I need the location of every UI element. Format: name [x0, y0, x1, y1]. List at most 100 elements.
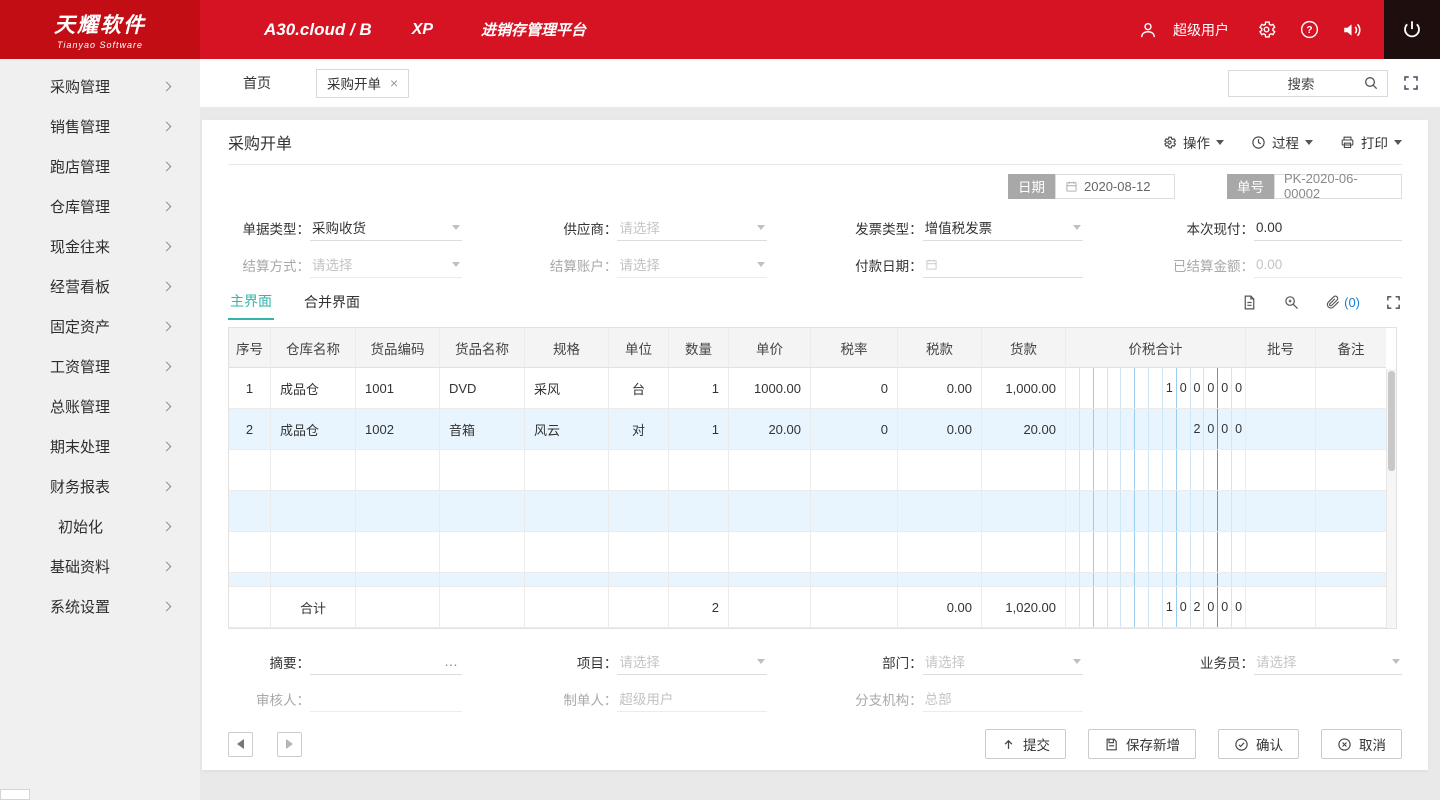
table-cell[interactable] — [356, 450, 440, 491]
table-cell[interactable] — [609, 532, 669, 573]
table-cell[interactable] — [525, 450, 609, 491]
table-cell[interactable]: 对 — [609, 409, 669, 450]
table-cell[interactable] — [729, 450, 811, 491]
table-cell[interactable] — [982, 491, 1066, 532]
table-cell[interactable] — [1246, 491, 1316, 532]
attachment-button[interactable]: (0) — [1325, 294, 1360, 310]
sidebar-item[interactable]: 采购管理 — [0, 66, 200, 106]
table-cell[interactable] — [898, 532, 982, 573]
table-cell[interactable] — [669, 491, 729, 532]
prev-record-button[interactable] — [228, 731, 253, 757]
settle-account-select[interactable]: 请选择 — [617, 251, 768, 278]
table-cell[interactable] — [356, 573, 440, 587]
power-logout-button[interactable] — [1384, 0, 1440, 59]
summary-input[interactable]: … — [310, 648, 462, 675]
tab-purchase-order[interactable]: 采购开单 × — [316, 68, 410, 98]
table-cell[interactable] — [271, 491, 356, 532]
save-new-button[interactable]: 保存新增 — [1088, 729, 1196, 759]
sidebar-item[interactable]: 跑店管理 — [0, 146, 200, 186]
table-cell[interactable] — [898, 450, 982, 491]
sidebar-item[interactable]: 系统设置 — [0, 586, 200, 626]
table-cell[interactable] — [729, 532, 811, 573]
search-icon[interactable] — [1363, 75, 1379, 91]
amount-grid-cell[interactable] — [1066, 450, 1246, 491]
table-cell[interactable]: 1 — [669, 368, 729, 409]
table-cell[interactable] — [271, 450, 356, 491]
amount-grid-cell[interactable] — [1066, 491, 1246, 532]
salesman-select[interactable]: 请选择 — [1253, 648, 1402, 675]
table-cell[interactable] — [525, 491, 609, 532]
table-cell[interactable]: 1002 — [356, 409, 440, 450]
table-cell[interactable]: 成品仓 — [271, 409, 356, 450]
table-cell[interactable] — [898, 491, 982, 532]
summary-more-button[interactable]: … — [442, 653, 460, 669]
table-cell[interactable] — [669, 573, 729, 587]
brand-logo[interactable]: 天耀软件 Tianyao Software — [0, 0, 200, 59]
search-input[interactable]: 搜索 — [1228, 69, 1388, 97]
sidebar-item[interactable]: 总账管理 — [0, 386, 200, 426]
table-cell[interactable]: 0 — [811, 409, 898, 450]
table-cell[interactable] — [609, 573, 669, 587]
grid-fullscreen-icon[interactable] — [1385, 294, 1402, 311]
table-cell[interactable] — [982, 573, 1066, 587]
table-cell[interactable]: 1000.00 — [729, 368, 811, 409]
sidebar-item[interactable]: 经营看板 — [0, 266, 200, 306]
table-cell[interactable] — [898, 573, 982, 587]
table-cell[interactable] — [811, 532, 898, 573]
table-cell[interactable] — [1316, 368, 1386, 409]
table-cell[interactable] — [1316, 532, 1386, 573]
table-cell[interactable]: 2 — [229, 409, 271, 450]
user-icon[interactable] — [1137, 19, 1159, 41]
cancel-button[interactable]: 取消 — [1321, 729, 1402, 759]
table-cell[interactable] — [440, 532, 525, 573]
table-cell[interactable]: 20.00 — [982, 409, 1066, 450]
table-cell[interactable]: 1 — [669, 409, 729, 450]
table-cell[interactable] — [729, 491, 811, 532]
submit-button[interactable]: 提交 — [985, 729, 1066, 759]
table-cell[interactable] — [1316, 450, 1386, 491]
table-cell[interactable]: 音箱 — [440, 409, 525, 450]
table-cell[interactable] — [669, 532, 729, 573]
sidebar-item[interactable]: 期末处理 — [0, 426, 200, 466]
operate-dropdown[interactable]: 操作 — [1162, 132, 1224, 152]
date-input[interactable]: 2020-08-12 — [1055, 173, 1175, 199]
department-select[interactable]: 请选择 — [922, 648, 1083, 675]
sidebar-item[interactable]: 销售管理 — [0, 106, 200, 146]
doc-import-icon[interactable] — [1241, 294, 1258, 311]
table-cell[interactable] — [811, 450, 898, 491]
maker-input[interactable]: 超级用户 — [617, 685, 768, 712]
table-cell[interactable] — [982, 532, 1066, 573]
settle-method-select[interactable]: 请选择 — [310, 251, 462, 278]
table-cell[interactable] — [271, 532, 356, 573]
print-dropdown[interactable]: 打印 — [1340, 132, 1402, 152]
help-icon[interactable]: ? — [1298, 19, 1320, 41]
table-cell[interactable]: 台 — [609, 368, 669, 409]
table-cell[interactable] — [271, 573, 356, 587]
table-cell[interactable]: 0.00 — [898, 368, 982, 409]
table-cell[interactable]: 1001 — [356, 368, 440, 409]
table-cell[interactable] — [440, 491, 525, 532]
table-cell[interactable] — [811, 573, 898, 587]
table-cell[interactable] — [1246, 573, 1316, 587]
table-cell[interactable] — [525, 573, 609, 587]
tab-merge-view[interactable]: 合并界面 — [302, 285, 362, 319]
table-cell[interactable] — [1246, 368, 1316, 409]
table-cell[interactable]: 风云 — [525, 409, 609, 450]
scrollbar-thumb[interactable] — [1388, 371, 1395, 471]
table-cell[interactable]: 采风 — [525, 368, 609, 409]
next-record-button[interactable] — [277, 731, 302, 757]
table-cell[interactable] — [229, 532, 271, 573]
table-cell[interactable] — [982, 450, 1066, 491]
tab-home[interactable]: 首页 — [243, 73, 271, 93]
table-cell[interactable] — [1246, 532, 1316, 573]
auditor-input[interactable] — [310, 685, 462, 712]
sound-icon[interactable] — [1341, 19, 1363, 41]
process-dropdown[interactable]: 过程 — [1251, 132, 1313, 152]
table-cell[interactable] — [729, 573, 811, 587]
settled-amount-input[interactable]: 0.00 — [1253, 251, 1402, 278]
supplier-select[interactable]: 请选择 — [617, 214, 768, 241]
table-cell[interactable] — [1316, 491, 1386, 532]
sidebar-item[interactable]: 初始化 — [0, 506, 200, 546]
cash-paid-input[interactable]: 0.00 — [1253, 214, 1402, 241]
branch-input[interactable]: 总部 — [922, 685, 1083, 712]
